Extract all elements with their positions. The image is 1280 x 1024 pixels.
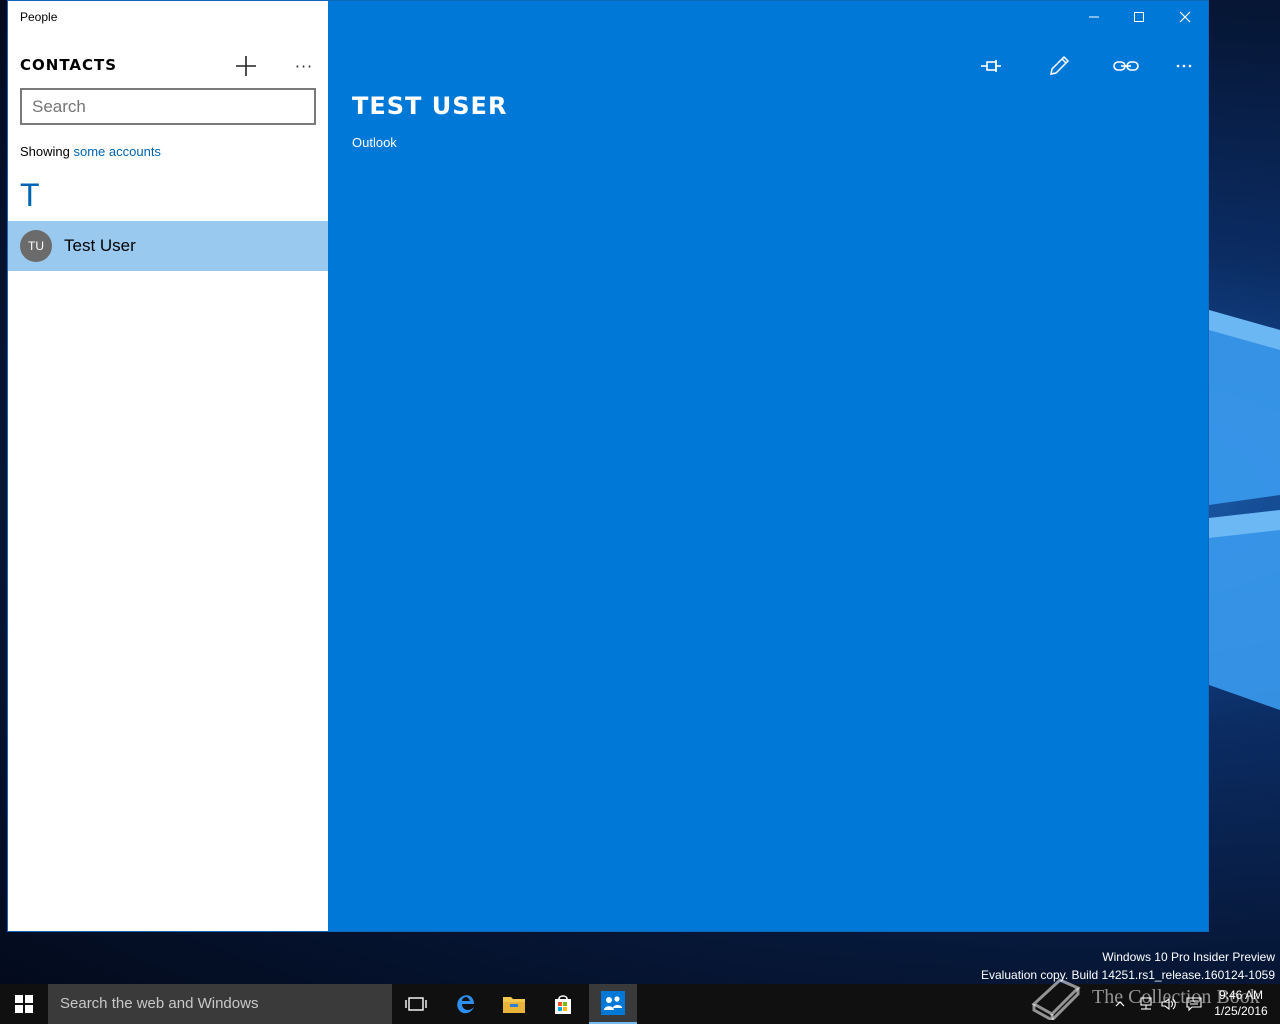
avatar: TU xyxy=(20,230,52,262)
pin-to-start-button[interactable] xyxy=(974,51,1008,81)
group-header-letter[interactable]: T xyxy=(20,177,40,214)
plus-icon xyxy=(236,56,256,76)
contacts-pane: People CONTACTS ··· Showing some account… xyxy=(8,1,328,931)
close-icon xyxy=(1179,11,1191,23)
more-icon: ··· xyxy=(294,56,314,76)
more-icon xyxy=(1176,64,1192,68)
edge-taskbar-button[interactable] xyxy=(442,984,490,1024)
taskbar-search-box[interactable]: Search the web and Windows xyxy=(48,984,392,1024)
book-icon xyxy=(1031,978,1081,1020)
people-taskbar-button[interactable] xyxy=(589,984,637,1024)
file-explorer-taskbar-button[interactable] xyxy=(490,984,538,1024)
detail-more-button[interactable] xyxy=(1167,51,1201,81)
collection-book-watermark: The Collection Book xyxy=(1030,972,1270,1022)
close-button[interactable] xyxy=(1165,5,1205,29)
store-taskbar-button[interactable] xyxy=(539,984,587,1024)
task-view-icon xyxy=(405,997,427,1011)
contact-name: Test User xyxy=(64,236,136,255)
search-input[interactable] xyxy=(20,88,316,125)
contact-source: Outlook xyxy=(352,135,397,150)
showing-accounts-text: Showing some accounts xyxy=(20,144,161,159)
add-contact-button[interactable] xyxy=(232,53,260,79)
edit-button[interactable] xyxy=(1042,51,1076,81)
some-accounts-link[interactable]: some accounts xyxy=(74,144,161,159)
pin-icon xyxy=(981,60,1001,72)
store-icon xyxy=(555,995,571,1014)
link-contacts-button[interactable] xyxy=(1109,51,1143,81)
windows-start-icon xyxy=(15,995,33,1013)
people-icon xyxy=(601,991,625,1015)
maximize-button[interactable] xyxy=(1119,5,1159,29)
windows-logo-wallpaper xyxy=(1209,310,1280,710)
maximize-icon xyxy=(1134,12,1144,22)
people-app-window: People CONTACTS ··· Showing some account… xyxy=(7,0,1209,932)
collection-book-text: The Collection Book xyxy=(1092,985,1260,1008)
file-explorer-icon xyxy=(503,997,525,1013)
task-view-button[interactable] xyxy=(392,984,440,1024)
contact-list-item[interactable]: TU Test User xyxy=(8,221,328,271)
edit-pencil-icon xyxy=(1050,55,1070,75)
watermark-line1: Windows 10 Pro Insider Preview xyxy=(1102,950,1275,964)
contacts-heading: CONTACTS xyxy=(20,56,118,74)
edge-icon xyxy=(457,995,474,1014)
showing-prefix: Showing xyxy=(20,144,70,159)
link-icon xyxy=(1113,61,1139,71)
start-button[interactable] xyxy=(0,984,48,1024)
minimize-button[interactable] xyxy=(1074,5,1114,29)
contacts-more-button[interactable]: ··· xyxy=(290,53,318,79)
contact-detail-name: TEST USER xyxy=(352,92,508,120)
app-title: People xyxy=(20,10,58,24)
minimize-icon xyxy=(1089,16,1099,18)
